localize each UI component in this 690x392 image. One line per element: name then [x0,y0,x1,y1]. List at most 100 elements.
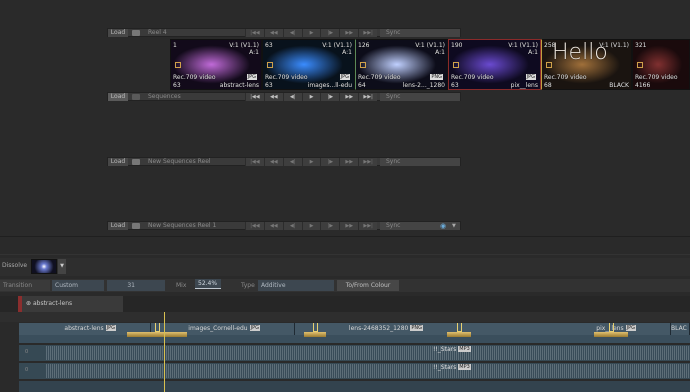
clip-ext-tag: JPG [525,74,536,80]
reel-name: New Sequences Reel 1 [148,222,217,229]
sequence-icon: ⊛ [26,300,32,307]
clip-name: pix__lens [510,82,538,89]
clip-thumbnail[interactable]: 258 V:1 (V1.1) Rec.709 video 68 BLACK Hello [541,39,632,90]
clip-thumbnail[interactable]: 1 V:1 (V1.1) A:1 Rec.709 video 63 abstract-le… [170,39,262,90]
transport-controls: |◀◀ ◀◀ ◀| ▶ |▶ ▶▶ ▶▶| [245,222,377,230]
clip-thumbnail[interactable]: 126 V:1 (V1.1) A:1 Rec.709 video 64 lens-2...… [355,39,448,90]
transition-block[interactable] [447,332,471,337]
transport-button[interactable]: |▶ [320,158,339,166]
transport-button[interactable]: ▶▶ [339,222,358,230]
transport-button[interactable]: |◀◀ [245,222,264,230]
clip-frame-count: 63 [173,82,181,89]
transition-marker[interactable] [155,323,160,332]
load-button[interactable]: Load [108,158,128,166]
reel-icon [132,30,140,36]
playhead[interactable] [164,312,165,392]
clip-audio: A:1 [342,49,352,56]
clip-audio: A:1 [528,49,538,56]
transition-select[interactable]: Custom [52,280,104,291]
transport-button[interactable]: ▶ [301,222,321,230]
transport-button[interactable]: ▶▶ [339,158,358,166]
clip-thumbnail[interactable]: 190 V:1 (V1.1) A:1 Rec.709 video 63 pix__lens… [448,39,541,90]
transport-button[interactable]: ▶ [301,93,321,101]
load-button[interactable]: Load [108,93,128,101]
clip-marker-icon [637,62,643,68]
clip-version: V:1 (V1.1) [229,42,259,49]
video-track: abstract-lens JPG images_Cornell-edu JPG len… [19,323,690,343]
to-from-colour-button[interactable]: To/From Colour [337,280,399,291]
chevron-down-icon[interactable]: ▼ [452,223,456,229]
clip-format: Rec.709 video [635,74,678,81]
transport-button[interactable]: ▶▶| [358,93,377,101]
effect-thumbnail[interactable] [31,259,57,274]
transition-marker[interactable] [313,323,318,332]
transition-params: Transition Custom 31 Mix 52.4% Type Addi… [0,279,690,292]
clip-thumbnail[interactable]: 63 V:1 (V1.1) A:1 Rec.709 video 63 images...l… [262,39,355,90]
sync-button[interactable]: Sync [380,29,460,37]
transport-button[interactable]: |▶ [320,93,339,101]
transport-button[interactable]: ◀| [282,29,302,37]
clip-format: Rec.709 video [358,74,401,81]
transport-button[interactable]: ▶▶ [339,29,358,37]
clip-frame-count: 4166 [635,82,651,89]
type-select[interactable]: Additive [258,280,334,291]
transition-block[interactable] [594,332,628,337]
timeline-clip-ext: JPG [105,325,116,331]
transport-button[interactable]: |▶ [320,29,339,37]
clip-ext-tag: JPG [246,74,257,80]
timeline-clip-name: images_Cornell-edu [188,325,248,332]
transport-button[interactable]: ◀◀ [263,158,283,166]
transport-button[interactable]: |◀◀ [245,93,264,101]
tab-strip: ⊛ abstract-lens [0,296,690,312]
load-button[interactable]: Load [108,29,128,37]
transition-marker[interactable] [609,323,614,332]
sync-button[interactable]: Sync [380,158,460,166]
eye-icon[interactable]: ◉ [440,222,446,230]
frames-field[interactable]: 31 [107,280,165,291]
transport-button[interactable]: |◀◀ [245,29,264,37]
clip-format: Rec.709 video [265,74,308,81]
mix-field[interactable]: 52.4% [195,279,221,289]
transition-block[interactable] [304,332,326,337]
transition-block[interactable] [127,332,187,337]
load-button[interactable]: Load [108,222,128,230]
audio-clip-1[interactable]: !!_Stars MP3 [433,346,471,353]
transport-button[interactable]: ◀| [282,222,302,230]
clip-audio: A:1 [435,49,445,56]
tab-abstract-lens[interactable]: ⊛ abstract-lens [22,296,123,312]
transport-button[interactable]: ◀◀ [263,29,283,37]
effect-dropdown-icon[interactable]: ▼ [58,259,66,274]
clip-marker-icon [546,62,552,68]
transport-button[interactable]: |◀◀ [245,158,264,166]
transport-button[interactable]: ▶▶| [358,222,377,230]
transport-button[interactable]: ▶ [301,29,321,37]
clip-name: abstract-lens [219,82,259,89]
clip-frame-number: 321 [635,42,647,49]
reel-bar-sequences: Load Sequences |◀◀ ◀◀ ◀| ▶ |▶ ▶▶ ▶▶| Sync [107,92,461,101]
timeline-clip[interactable]: BLAC [671,323,690,335]
clip-thumbnail[interactable]: 321 Rec.709 video 4166 [632,39,690,90]
sync-button[interactable]: Sync [380,93,460,101]
transport-button[interactable]: ▶ [301,158,321,166]
audio-clip-2[interactable]: !!_Stars MP3 [433,364,471,371]
audio-track-2: 0 !!_Stars MP3 [19,363,690,379]
transport-button[interactable]: ▶▶| [358,29,377,37]
timeline-clip-name: lens-2468352_1280 [348,325,409,332]
transport-button[interactable]: ▶▶| [358,158,377,166]
transport-button[interactable]: |▶ [320,222,339,230]
timeline-clip-ext: JPG [249,325,260,331]
sync-button[interactable]: Sync [380,222,460,230]
type-label: Type [241,282,255,289]
clip-name: BLACK [609,82,629,89]
track-headers [0,323,19,392]
clip-frame-number: 126 [358,42,370,49]
transport-button[interactable]: ◀| [282,93,302,101]
timeline-clip[interactable]: pix__lens JPG [458,323,671,335]
transport-button[interactable]: ◀◀ [263,93,283,101]
clip-frame-number: 1 [173,42,177,49]
transport-button[interactable]: ◀◀ [263,222,283,230]
transport-button[interactable]: ◀| [282,158,302,166]
clip-marker-icon [175,62,181,68]
transport-button[interactable]: ▶▶ [339,93,358,101]
transition-marker[interactable] [457,323,462,332]
